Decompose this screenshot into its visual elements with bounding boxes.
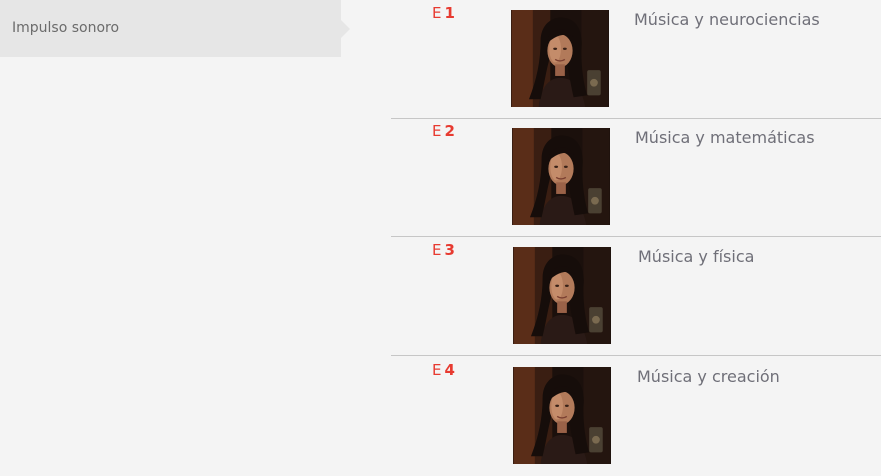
episode-item[interactable]: E4 Música y creación [391,357,881,476]
presenter-portrait-image [513,367,611,464]
episode-title[interactable]: Música y matemáticas [635,128,815,148]
episode-title[interactable]: Música y neurociencias [634,10,820,30]
presenter-portrait-image [513,247,611,344]
episode-title[interactable]: Música y física [638,247,754,267]
divider [391,355,881,356]
episode-number: E4 [432,361,455,379]
episode-item[interactable]: E2 Música y matemáticas [391,118,881,237]
episode-thumbnail[interactable] [513,367,611,464]
episode-item[interactable]: E3 Música y física [391,237,881,356]
presenter-portrait-image [512,128,610,225]
episode-number: E2 [432,122,455,140]
sidebar-item-impulso-sonoro[interactable]: Impulso sonoro [0,0,350,57]
episode-number: E1 [432,4,455,22]
episode-thumbnail[interactable] [513,247,611,344]
presenter-portrait-image [511,10,609,107]
episode-item[interactable]: E1 Música y neurociencias [391,0,881,119]
episode-title[interactable]: Música y creación [637,367,780,387]
episode-thumbnail[interactable] [511,10,609,107]
sidebar-item-label: Impulso sonoro [12,20,120,36]
episode-list: E1 Música y neurociencias E2 Música y ma… [391,0,881,475]
episode-number: E3 [432,241,455,259]
episode-thumbnail[interactable] [512,128,610,225]
